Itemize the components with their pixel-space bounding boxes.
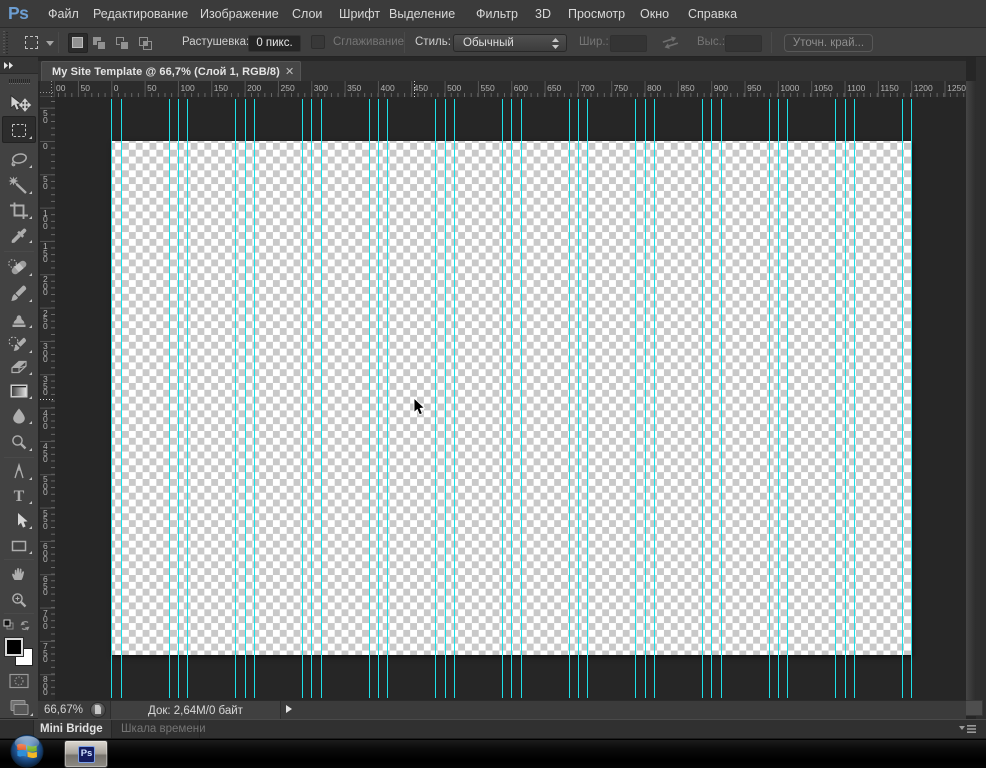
- svg-text:T: T: [14, 488, 25, 505]
